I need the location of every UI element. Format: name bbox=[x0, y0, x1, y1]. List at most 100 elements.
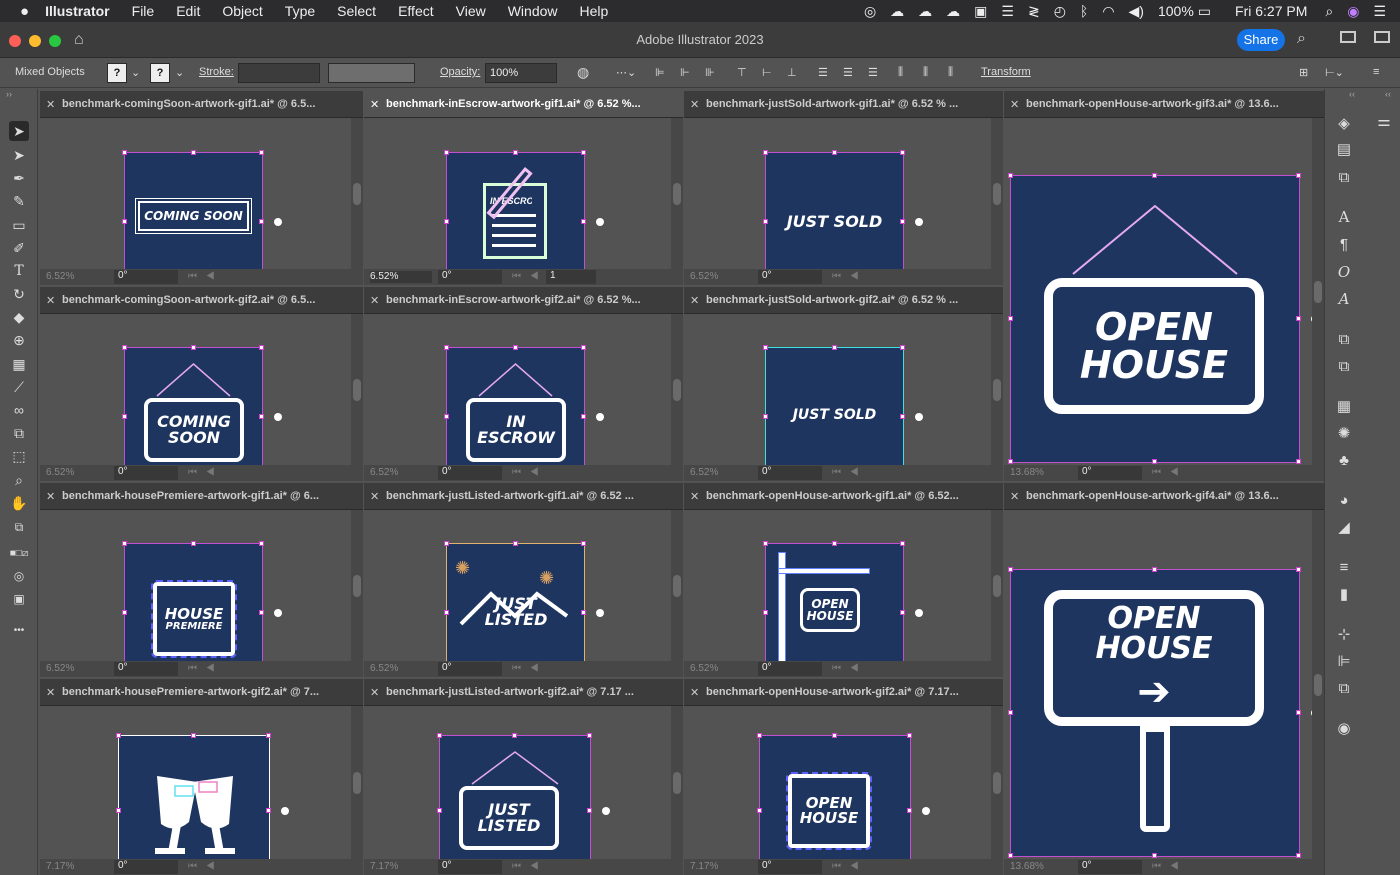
selection-handle[interactable] bbox=[1152, 853, 1157, 858]
cloud-icon[interactable]: ☁ bbox=[890, 3, 904, 20]
selection-handle[interactable] bbox=[259, 541, 264, 546]
artboard-navigation[interactable]: ⏮ ◀ bbox=[512, 663, 542, 674]
selection-handle[interactable] bbox=[763, 609, 768, 615]
character-icon[interactable]: A bbox=[1333, 206, 1355, 228]
rotation-field[interactable]: 0° bbox=[758, 270, 822, 284]
paragraph-icon[interactable]: ¶ bbox=[1333, 234, 1355, 256]
blend-tool-icon[interactable]: ∞ bbox=[9, 400, 29, 420]
rotation-field[interactable]: 0° bbox=[114, 270, 178, 284]
fill-stroke-icon[interactable]: ⧉ bbox=[9, 517, 29, 537]
selection-handle[interactable] bbox=[757, 733, 762, 738]
scrollbar-thumb[interactable] bbox=[353, 378, 361, 401]
document-window[interactable]: ✕ benchmark-justListed-artwork-gif2.ai* @… bbox=[364, 679, 683, 875]
selection-handle[interactable] bbox=[444, 150, 449, 155]
workspace-switcher-icon[interactable] bbox=[1374, 31, 1390, 43]
battery-icon[interactable]: ▭ bbox=[1198, 3, 1211, 20]
properties-icon[interactable]: ⚌ bbox=[1373, 111, 1395, 133]
artboard[interactable] bbox=[116, 733, 289, 875]
align-bottom-icon[interactable]: ⊥ bbox=[787, 66, 797, 79]
document-canvas[interactable]: HOUSE PREMIERE bbox=[40, 510, 351, 677]
vertical-scrollbar[interactable] bbox=[671, 118, 683, 269]
draw-mode-icon[interactable]: ◎ bbox=[9, 566, 29, 586]
stroke-swatch[interactable]: ? bbox=[150, 63, 170, 83]
selection-tool-icon[interactable]: ➤ bbox=[9, 121, 29, 141]
selection-handle[interactable] bbox=[900, 345, 905, 350]
artboards-icon[interactable]: ⧉ bbox=[1333, 167, 1355, 189]
scrollbar-thumb[interactable] bbox=[993, 378, 1001, 401]
selection-handle[interactable] bbox=[1296, 853, 1301, 858]
selection-handle[interactable] bbox=[831, 150, 837, 155]
swatches-icon[interactable]: ▦ bbox=[1333, 396, 1355, 418]
artboard[interactable]: OPEN HOUSE bbox=[763, 541, 923, 677]
artboard[interactable]: JUST SOLD bbox=[763, 345, 923, 481]
arrange-documents-icon[interactable] bbox=[1340, 31, 1356, 43]
time-machine-icon[interactable]: ◴ bbox=[1054, 3, 1066, 20]
menu-extra-icon[interactable]: ≷ bbox=[1028, 3, 1040, 20]
vertical-scrollbar[interactable] bbox=[991, 118, 1003, 269]
libraries-icon[interactable]: ▤ bbox=[1333, 139, 1355, 161]
distribute-top-icon[interactable]: ☰ bbox=[818, 66, 828, 79]
menu-help[interactable]: Help bbox=[580, 3, 609, 19]
close-tab-icon[interactable]: ✕ bbox=[370, 490, 379, 503]
document-window[interactable]: ✕ benchmark-openHouse-artwork-gif1.ai* @ … bbox=[684, 483, 1003, 677]
document-window[interactable]: ✕ benchmark-openHouse-artwork-gif2.ai* @ … bbox=[684, 679, 1003, 875]
document-tab[interactable]: ✕ benchmark-comingSoon-artwork-gif1.ai* @… bbox=[40, 91, 363, 118]
document-tab[interactable]: ✕ benchmark-openHouse-artwork-gif1.ai* @ … bbox=[684, 483, 1003, 510]
screen-mode-icon[interactable]: ▣ bbox=[9, 589, 29, 609]
selection-handle[interactable] bbox=[122, 150, 127, 155]
artboard[interactable]: OPEN HOUSE bbox=[757, 733, 930, 875]
close-tab-icon[interactable]: ✕ bbox=[46, 294, 55, 307]
selection-handle[interactable] bbox=[1296, 710, 1301, 715]
rotation-field[interactable]: 0° bbox=[438, 270, 502, 284]
close-tab-icon[interactable]: ✕ bbox=[370, 294, 379, 307]
rotation-handle[interactable] bbox=[281, 807, 289, 815]
brushes-icon[interactable]: ✺ bbox=[1333, 423, 1355, 445]
zoom-level-field[interactable]: 7.17% bbox=[370, 861, 432, 873]
search-icon[interactable]: ⌕ bbox=[1297, 30, 1306, 48]
document-tab[interactable]: ✕ benchmark-comingSoon-artwork-gif2.ai* @… bbox=[40, 287, 363, 314]
scrollbar-thumb[interactable] bbox=[993, 771, 1001, 794]
zoom-level-field[interactable]: 13.68% bbox=[1010, 467, 1072, 479]
document-tab[interactable]: ✕ benchmark-inEscrow-artwork-gif2.ai* @ 6… bbox=[364, 287, 683, 314]
selection-handle[interactable] bbox=[763, 150, 768, 155]
rotation-field[interactable]: 0° bbox=[438, 860, 502, 874]
document-canvas[interactable] bbox=[40, 706, 351, 875]
vertical-scrollbar[interactable] bbox=[351, 118, 363, 269]
artboard[interactable]: OPEN HOUSE bbox=[1008, 173, 1319, 464]
document-canvas[interactable]: OPEN HOUSE bbox=[684, 510, 991, 677]
artboard[interactable]: COMING SOON bbox=[122, 150, 282, 285]
rotation-handle[interactable] bbox=[274, 217, 282, 226]
fill-dropdown-chevron-icon[interactable]: ⌄ bbox=[131, 66, 140, 79]
creative-cloud-icon[interactable]: ◎ bbox=[864, 3, 876, 20]
zoom-level-field[interactable]: 7.17% bbox=[690, 861, 752, 873]
rotation-handle[interactable] bbox=[922, 807, 930, 815]
selection-handle[interactable] bbox=[444, 218, 449, 224]
rotation-field[interactable]: 0° bbox=[114, 860, 178, 874]
clock[interactable]: Fri 6:27 PM bbox=[1235, 3, 1307, 19]
cloud-icon[interactable]: ☁ bbox=[918, 3, 932, 20]
document-window[interactable]: ✕ benchmark-housePremiere-artwork-gif1.ai… bbox=[40, 483, 363, 677]
rotation-field[interactable]: 0° bbox=[114, 466, 178, 480]
selection-handle[interactable] bbox=[259, 218, 264, 224]
menu-select[interactable]: Select bbox=[337, 3, 376, 19]
document-canvas[interactable]: OPEN HOUSE ➔ bbox=[1004, 510, 1319, 859]
selection-handle[interactable] bbox=[512, 150, 518, 155]
artboard-navigation[interactable]: ⏮ ◀ bbox=[188, 663, 218, 674]
hand-tool-icon[interactable]: ✋ bbox=[9, 493, 29, 513]
zoom-level-field[interactable]: 13.68% bbox=[1010, 861, 1072, 873]
fill-swatch[interactable]: ? bbox=[107, 63, 127, 83]
document-tab[interactable]: ✕ benchmark-housePremiere-artwork-gif2.ai… bbox=[40, 679, 363, 706]
volume-icon[interactable]: ◀) bbox=[1129, 3, 1144, 20]
recolor-artwork-icon[interactable]: ◍ bbox=[577, 64, 589, 81]
scrollbar-thumb[interactable] bbox=[353, 771, 361, 794]
distribute-left-icon[interactable]: ⫼ bbox=[898, 66, 903, 79]
selection-handle[interactable] bbox=[581, 218, 586, 224]
artboard-navigation[interactable]: ⏮ ◀ bbox=[188, 467, 218, 478]
arrange-icon[interactable]: ⊢⌄ bbox=[1325, 66, 1344, 79]
vertical-scrollbar[interactable] bbox=[991, 314, 1003, 465]
document-canvas[interactable]: OPEN HOUSE bbox=[1004, 118, 1319, 465]
transform-icon[interactable]: ⊹ bbox=[1333, 624, 1355, 646]
selection-handle[interactable] bbox=[122, 609, 127, 615]
align-icon[interactable]: ⊫ bbox=[1333, 651, 1355, 673]
artboard[interactable]: COMING SOON bbox=[122, 345, 282, 481]
